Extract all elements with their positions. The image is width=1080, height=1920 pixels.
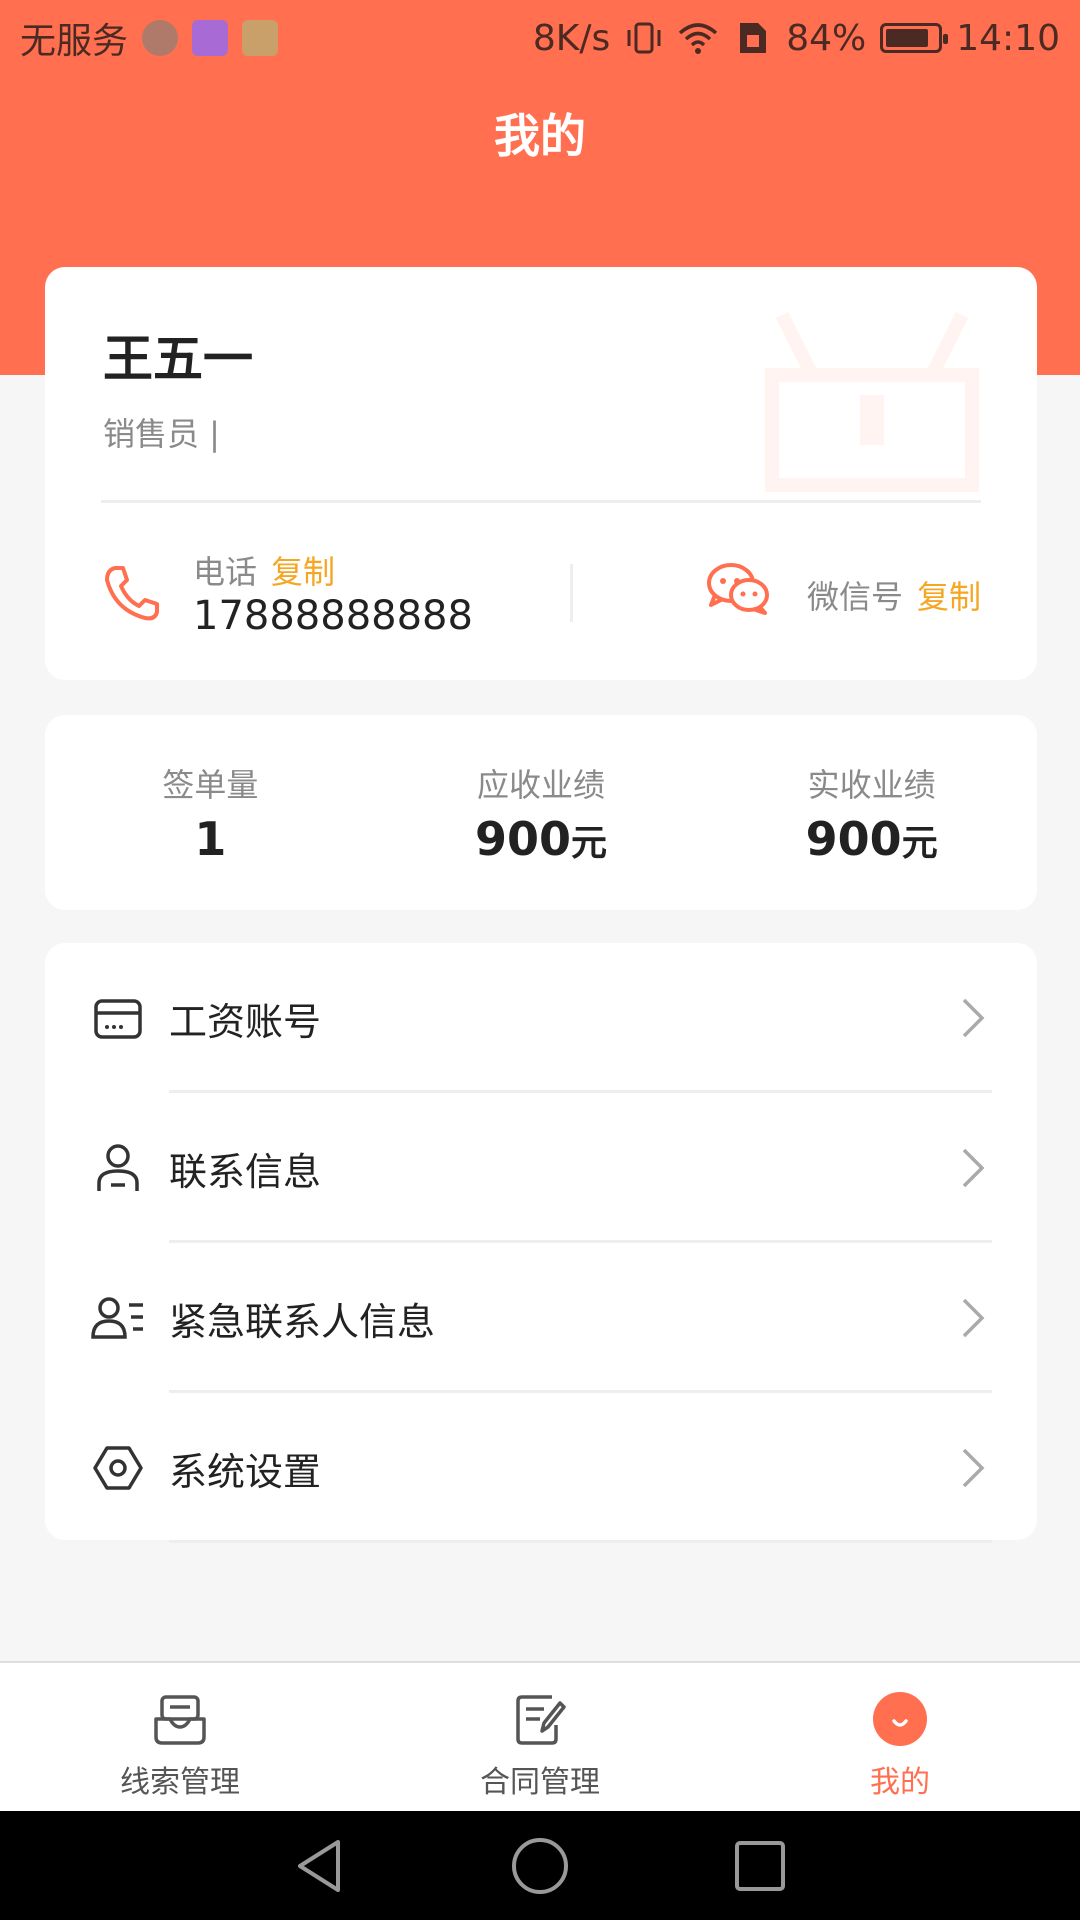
vibrate-icon	[627, 22, 661, 54]
chevron-right-icon	[962, 998, 985, 1038]
menu-item-contact-info[interactable]: 联系信息	[45, 1093, 1037, 1243]
chevron-right-icon	[962, 1148, 985, 1188]
stat-value: 900元	[474, 812, 608, 866]
wechat-icon	[707, 563, 769, 615]
phone-number: 17888888888	[193, 593, 473, 639]
copy-wechat-link[interactable]: 复制	[917, 578, 981, 616]
back-icon[interactable]	[290, 1836, 350, 1896]
divider	[101, 500, 981, 503]
tab-label: 合同管理	[480, 1765, 600, 1800]
stat-label: 实收业绩	[807, 766, 936, 804]
stat-receivable: 应收业绩 900元	[376, 715, 707, 910]
chevron-right-icon	[962, 1298, 985, 1338]
battery-percent: 84%	[786, 17, 867, 59]
phone-label: 电话	[193, 553, 258, 591]
menu-item-salary-account[interactable]: 工资账号	[45, 943, 1037, 1093]
stat-received: 实收业绩 900元	[706, 715, 1037, 910]
menu-label: 联系信息	[169, 1149, 322, 1194]
wechat-label: 微信号	[806, 578, 903, 616]
stat-value: 1	[194, 812, 227, 866]
smile-icon	[873, 1692, 927, 1746]
settings-icon	[93, 1446, 143, 1490]
inbox-icon	[154, 1695, 206, 1745]
stats-card: 签单量 1 应收业绩 900元 实收业绩 900元	[45, 715, 1037, 910]
menu-card: 工资账号 联系信息 紧急联系人信息 系统设置	[45, 943, 1037, 1543]
divider	[169, 1540, 992, 1543]
tab-leads[interactable]: 线索管理	[0, 1663, 360, 1811]
phone-icon	[105, 566, 159, 621]
sim-icon	[740, 23, 767, 53]
menu-label: 紧急联系人信息	[169, 1299, 436, 1344]
watermark-logo	[765, 311, 979, 492]
card-icon	[94, 999, 142, 1039]
stat-label: 应收业绩	[477, 766, 606, 804]
menu-label: 系统设置	[169, 1449, 322, 1494]
clock: 14:10	[956, 17, 1060, 59]
phone-label-row: 电话 复制	[193, 547, 335, 593]
menu-item-system-settings[interactable]: 系统设置	[45, 1393, 1037, 1543]
tab-mine[interactable]: 我的	[720, 1663, 1080, 1811]
system-navigation-bar	[0, 1811, 1080, 1920]
vertical-divider	[570, 564, 573, 622]
notification-photo-icon	[242, 20, 279, 56]
wifi-icon	[679, 23, 718, 54]
battery-icon	[880, 23, 949, 53]
profile-card: 王五一 销售员 | 电话 复制 17888888888 微信号 复制	[45, 267, 1037, 680]
menu-item-emergency-contact[interactable]: 紧急联系人信息	[45, 1243, 1037, 1393]
tab-label: 线索管理	[120, 1765, 240, 1800]
battery-level	[886, 29, 929, 47]
home-icon[interactable]	[510, 1836, 570, 1896]
notification-app-icon	[142, 20, 179, 56]
stat-label: 签单量	[162, 766, 259, 804]
chevron-right-icon	[962, 1448, 985, 1488]
person-icon	[97, 1144, 139, 1191]
bottom-tab-bar: 线索管理 合同管理 我的	[0, 1661, 1080, 1811]
stat-value: 900元	[805, 812, 938, 866]
contact-list-icon	[91, 1297, 143, 1339]
user-role: 销售员 |	[103, 415, 220, 453]
tab-label: 我的	[870, 1765, 930, 1800]
status-bar: 无服务 8K/s 84% 14:10	[0, 0, 1080, 76]
copy-phone-link[interactable]: 复制	[271, 553, 335, 591]
menu-label: 工资账号	[169, 999, 322, 1044]
stat-signed-count: 签单量 1	[45, 715, 376, 910]
user-name: 王五一	[103, 330, 253, 388]
network-speed: 8K/s	[532, 17, 611, 59]
tab-contracts[interactable]: 合同管理	[360, 1663, 720, 1811]
document-edit-icon	[516, 1695, 566, 1745]
recents-icon[interactable]	[730, 1836, 790, 1896]
wechat-label-row: 微信号 复制	[807, 572, 981, 618]
notification-gallery-icon	[192, 20, 229, 56]
page-title: 我的	[494, 109, 586, 163]
carrier-text: 无服务	[20, 21, 129, 62]
